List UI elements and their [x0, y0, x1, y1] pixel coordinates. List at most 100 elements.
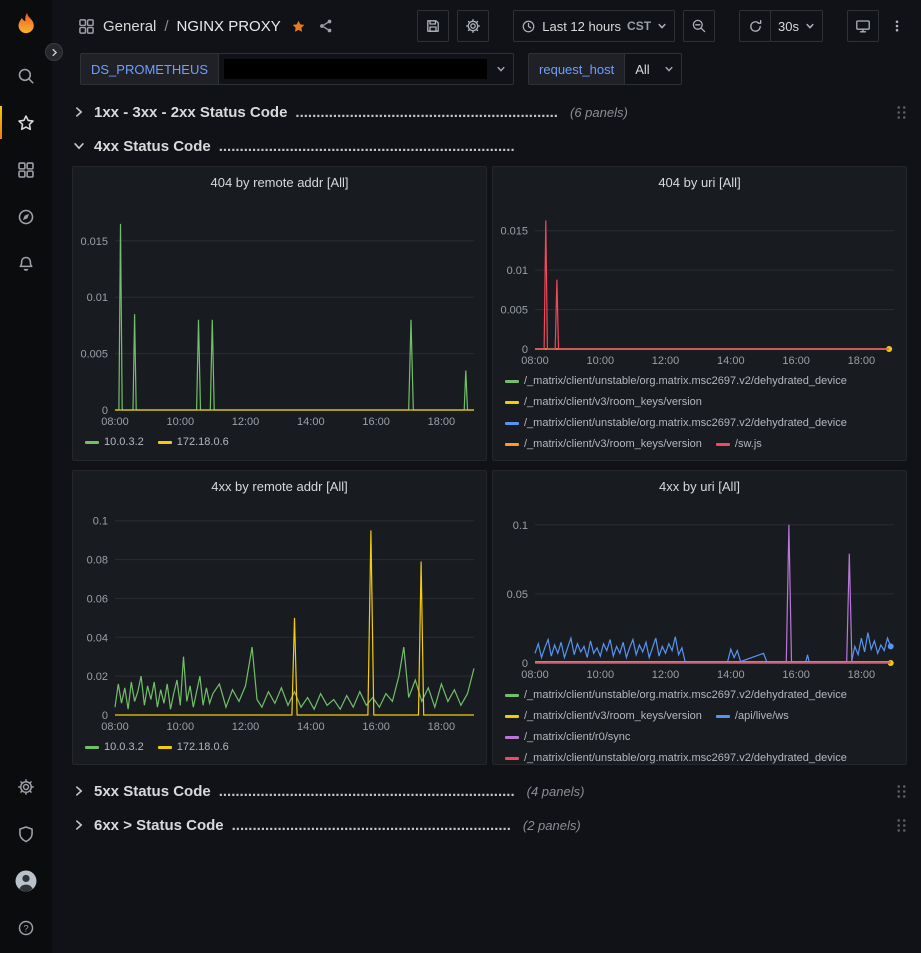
tv-mode-button[interactable]	[847, 10, 879, 42]
row-drag-handle[interactable]	[896, 784, 907, 799]
sidebar-item-settings[interactable]	[0, 763, 52, 810]
refresh-interval-dropdown[interactable]: 30s	[770, 10, 823, 42]
svg-text:?: ?	[23, 923, 28, 934]
x-tick-label: 16:00	[782, 355, 810, 367]
legend-item[interactable]: /api/live/ws	[716, 706, 789, 727]
row-header-5xx[interactable]: 5xx Status Code ........................…	[72, 777, 907, 805]
row-header-4xx[interactable]: 4xx Status Code ........................…	[72, 132, 907, 160]
row-panel-count: (6 panels)	[570, 105, 628, 120]
panel-title[interactable]: 4xx by remote addr [All]	[73, 471, 486, 501]
chart-svg: 00.020.040.060.080.108:0010:0012:0014:00…	[73, 501, 486, 735]
legend-label: 10.0.3.2	[104, 432, 144, 453]
legend-item[interactable]: /_matrix/client/unstable/org.matrix.msc2…	[505, 413, 847, 434]
row-title: 1xx - 3xx - 2xx Status Code	[94, 104, 287, 121]
panel-404-by-uri: 404 by uri [All] 00.0050.010.01508:0010:…	[492, 166, 907, 461]
x-tick-label: 08:00	[521, 669, 549, 681]
question-icon: ?	[17, 919, 35, 937]
legend-item[interactable]: /_matrix/client/v3/room_keys/version	[505, 434, 702, 455]
legend-item[interactable]: 10.0.3.2	[85, 737, 144, 758]
favorite-star-icon[interactable]	[291, 19, 306, 34]
bell-icon	[17, 255, 35, 273]
timeseries-chart[interactable]: 00.020.040.060.080.108:0010:0012:0014:00…	[73, 501, 486, 735]
legend-item[interactable]: /_matrix/client/unstable/org.matrix.msc2…	[505, 371, 847, 392]
legend-label: 172.18.0.6	[177, 432, 229, 453]
row-header-6xx[interactable]: 6xx > Status Code ......................…	[72, 811, 907, 839]
sidebar-expand-button[interactable]	[45, 43, 63, 61]
chevron-down-icon	[805, 21, 815, 31]
row-drag-handle[interactable]	[896, 105, 907, 120]
y-tick-label: 0.04	[87, 632, 108, 644]
y-tick-label: 0.05	[507, 589, 528, 601]
dashboard-content: 1xx - 3xx - 2xx Status Code ............…	[52, 90, 921, 953]
kebab-menu-icon	[890, 18, 904, 34]
sidebar-item-explore[interactable]	[0, 193, 52, 240]
legend-item[interactable]: /_matrix/client/unstable/org.matrix.msc2…	[505, 748, 847, 764]
legend-swatch	[505, 401, 519, 404]
clock-icon	[521, 19, 536, 34]
breadcrumb-separator: /	[164, 18, 168, 35]
panel-title[interactable]: 4xx by uri [All]	[493, 471, 906, 501]
x-tick-label: 16:00	[782, 669, 810, 681]
dashboard-settings-button[interactable]	[457, 10, 489, 42]
panel-title[interactable]: 404 by uri [All]	[493, 167, 906, 197]
legend-item[interactable]: /sw.js	[716, 434, 762, 455]
x-tick-label: 12:00	[232, 721, 260, 733]
gear-icon	[17, 778, 35, 796]
time-range-picker[interactable]: Last 12 hours CST	[513, 10, 675, 42]
legend-swatch	[716, 443, 730, 446]
row-title-dots: ........................................…	[295, 104, 558, 121]
row-title-dots: ........................................…	[232, 817, 511, 834]
legend-item[interactable]: /_matrix/client/unstable/org.matrix.msc2…	[505, 685, 847, 706]
row-panel-count: (2 panels)	[523, 818, 581, 833]
kebab-menu-button[interactable]	[887, 10, 907, 42]
x-tick-label: 14:00	[297, 416, 325, 428]
y-tick-label: 0.015	[80, 236, 108, 248]
share-icon[interactable]	[318, 18, 334, 34]
timeseries-chart[interactable]: 00.0050.010.01508:0010:0012:0014:0016:00…	[73, 197, 486, 430]
legend-label: /_matrix/client/unstable/org.matrix.msc2…	[524, 748, 847, 764]
sidebar-item-server-admin[interactable]	[0, 810, 52, 857]
sidebar-item-dashboards[interactable]	[0, 146, 52, 193]
sidebar-item-search[interactable]	[0, 52, 52, 99]
legend-item[interactable]: 10.0.3.2	[85, 432, 144, 453]
legend-item[interactable]: /_matrix/client/v3/room_keys/version	[505, 392, 702, 413]
legend-item[interactable]: 172.18.0.6	[158, 737, 229, 758]
y-tick-label: 0.1	[513, 520, 528, 532]
zoom-out-button[interactable]	[683, 10, 715, 42]
sidebar-item-starred[interactable]	[0, 99, 52, 146]
variable-value-dropdown[interactable]	[218, 53, 514, 85]
timeseries-chart[interactable]: 00.050.108:0010:0012:0014:0016:0018:00	[493, 501, 906, 683]
sidebar-item-profile[interactable]	[0, 857, 52, 904]
refresh-button[interactable]	[739, 10, 771, 42]
legend-label: 10.0.3.2	[104, 737, 144, 758]
row-title-dots: ........................................…	[219, 783, 515, 800]
row-header-1xx-3xx-2xx[interactable]: 1xx - 3xx - 2xx Status Code ............…	[72, 98, 907, 126]
legend-item[interactable]: /_matrix/client/r0/sync	[505, 727, 630, 748]
sidebar-item-help[interactable]: ?	[0, 904, 52, 951]
row-drag-handle[interactable]	[896, 818, 907, 833]
search-icon	[17, 67, 35, 85]
sidebar-item-alerting[interactable]	[0, 240, 52, 287]
row-title: 4xx Status Code	[94, 138, 211, 155]
x-tick-label: 14:00	[297, 721, 325, 733]
grafana-logo[interactable]	[0, 0, 52, 52]
redacted-value	[224, 59, 487, 79]
refresh-icon	[748, 19, 763, 34]
x-tick-label: 10:00	[167, 416, 195, 428]
legend-item[interactable]: /_matrix/client/v3/room_keys/version	[505, 706, 702, 727]
variable-value-dropdown[interactable]: All	[624, 53, 682, 85]
y-tick-label: 0.02	[87, 671, 108, 683]
y-tick-label: 0.005	[80, 349, 108, 361]
legend-label: 172.18.0.6	[177, 737, 229, 758]
panel-4xx-by-uri: 4xx by uri [All] 00.050.108:0010:0012:00…	[492, 470, 907, 765]
legend-swatch	[505, 422, 519, 425]
refresh-button-group: 30s	[739, 10, 823, 42]
timeseries-chart[interactable]: 00.0050.010.01508:0010:0012:0014:0016:00…	[493, 197, 906, 369]
breadcrumb-folder[interactable]: General	[103, 18, 156, 35]
panel-legend: 10.0.3.2 172.18.0.6	[73, 735, 486, 764]
legend-item[interactable]: 172.18.0.6	[158, 432, 229, 453]
x-tick-label: 10:00	[167, 721, 195, 733]
panel-title[interactable]: 404 by remote addr [All]	[73, 167, 486, 197]
user-avatar	[14, 869, 38, 893]
save-dashboard-button[interactable]	[417, 10, 449, 42]
